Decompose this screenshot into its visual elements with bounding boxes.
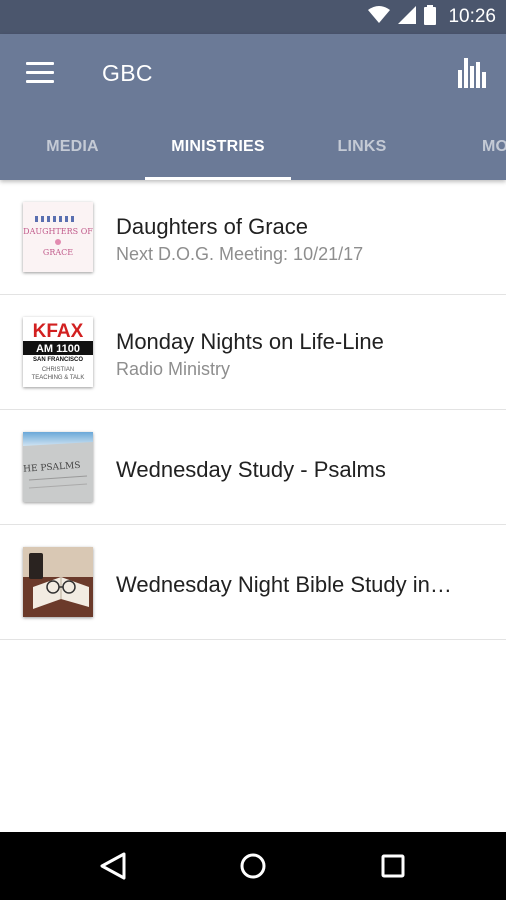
list-item-title: Wednesday Night Bible Study in… — [116, 572, 452, 597]
recents-icon[interactable] — [373, 846, 413, 886]
svg-text:GRACE: GRACE — [43, 248, 73, 257]
svg-text:DAUGHTERS OF: DAUGHTERS OF — [23, 227, 93, 236]
svg-text:SAN FRANCISCO: SAN FRANCISCO — [33, 357, 83, 363]
list-item[interactable]: KFAX AM 1100 SAN FRANCISCO CHRISTIAN TEA… — [0, 295, 506, 410]
status-bar: 10:26 — [0, 0, 506, 34]
list-item-title: Monday Nights on Life-Line — [116, 329, 384, 354]
list-item[interactable]: THE PSALMS Wednesday Study - Psalms — [0, 410, 506, 525]
cell-signal-icon — [398, 5, 417, 29]
svg-text:TEACHING & TALK: TEACHING & TALK — [32, 375, 85, 381]
app-bar: GBC MEDIA MINISTRIES LINKS MO — [0, 34, 506, 180]
list-item[interactable]: DAUGHTERS OF GRACE Daughters of Grace Ne… — [0, 180, 506, 295]
svg-text:AM 1100: AM 1100 — [36, 343, 80, 355]
svg-text:KFAX: KFAX — [33, 321, 84, 342]
tab-links[interactable]: LINKS — [291, 126, 433, 180]
hamburger-menu-icon[interactable] — [26, 62, 54, 86]
navigation-bar — [0, 832, 506, 900]
app-title: GBC — [102, 60, 153, 86]
list-item-subtitle: Next D.O.G. Meeting: 10/21/17 — [116, 244, 364, 264]
list-item-title: Wednesday Study - Psalms — [116, 457, 386, 482]
back-icon[interactable] — [94, 846, 134, 886]
battery-icon — [424, 4, 437, 30]
status-icons: 10:26 — [368, 0, 496, 34]
bar-chart-icon[interactable] — [458, 56, 486, 88]
kfax-radio-thumbnail: KFAX AM 1100 SAN FRANCISCO CHRISTIAN TEA… — [23, 317, 93, 387]
tab-bar: MEDIA MINISTRIES LINKS MO — [0, 126, 506, 180]
ministries-list: DAUGHTERS OF GRACE Daughters of Grace Ne… — [0, 180, 506, 640]
tab-media[interactable]: MEDIA — [0, 126, 145, 180]
home-icon[interactable] — [233, 846, 273, 886]
psalms-page-thumbnail: THE PSALMS — [23, 432, 93, 502]
bible-study-thumbnail — [23, 547, 93, 617]
daughters-of-grace-thumbnail: DAUGHTERS OF GRACE — [23, 202, 93, 272]
list-item-title: Daughters of Grace — [116, 214, 308, 239]
svg-text:CHRISTIAN: CHRISTIAN — [42, 367, 74, 373]
list-item-subtitle: Radio Ministry — [116, 359, 231, 379]
active-tab-indicator — [145, 177, 291, 180]
tab-ministries[interactable]: MINISTRIES — [145, 126, 291, 180]
tab-more[interactable]: MO — [433, 126, 506, 180]
status-time: 10:26 — [448, 6, 496, 27]
wifi-icon — [368, 5, 391, 29]
list-item[interactable]: Wednesday Night Bible Study in… — [0, 525, 506, 640]
